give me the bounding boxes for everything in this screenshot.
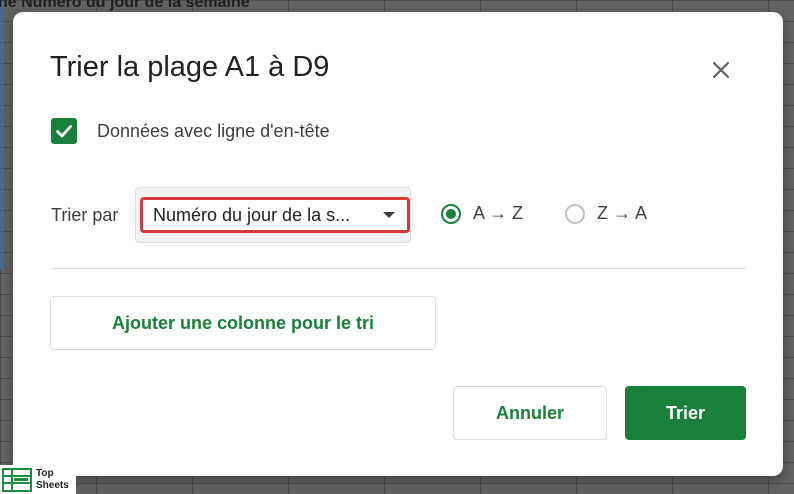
radio-z-to-a[interactable]: Z → A	[565, 203, 647, 224]
header-row-label: Données avec ligne d'en-tête	[97, 120, 330, 141]
dialog-title: Trier la plage A1 à D9	[50, 51, 330, 83]
divider	[51, 268, 746, 269]
sort-button[interactable]: Trier	[625, 386, 746, 440]
top-sheets-logo: Top Sheets	[0, 465, 76, 494]
add-sort-column-button[interactable]: Ajouter une colonne pour le tri	[50, 296, 436, 350]
header-row-checkbox[interactable]	[51, 118, 77, 144]
sort-range-dialog: Trier la plage A1 à D9 Données avec lign…	[13, 12, 783, 476]
radio-a-to-z-label: A → Z	[473, 203, 524, 223]
radio-selected-icon	[441, 203, 461, 224]
sort-column-select[interactable]: Numéro du jour de la s...	[140, 197, 410, 233]
close-button[interactable]	[707, 56, 735, 84]
logo-text: Top Sheets	[36, 468, 69, 492]
sort-column-value: Numéro du jour de la s...	[153, 204, 351, 225]
sort-by-label: Trier par	[51, 205, 119, 225]
radio-unselected-icon	[565, 203, 585, 224]
sheet-column-header: ne Numéro du jour de la semaine	[0, 0, 250, 11]
spreadsheet-logo-icon	[2, 467, 32, 492]
radio-z-to-a-label: Z → A	[597, 203, 648, 223]
header-row-option: Données avec ligne d'en-tête	[51, 117, 330, 145]
caret-down-icon	[383, 212, 395, 218]
close-icon	[712, 61, 730, 79]
logo-line-sheets: Sheets	[36, 479, 69, 491]
cancel-button[interactable]: Annuler	[453, 386, 607, 440]
checkmark-icon	[56, 125, 72, 138]
radio-a-to-z[interactable]: A → Z	[441, 203, 523, 224]
logo-line-top: Top	[36, 467, 54, 479]
selection-border	[0, 0, 3, 270]
